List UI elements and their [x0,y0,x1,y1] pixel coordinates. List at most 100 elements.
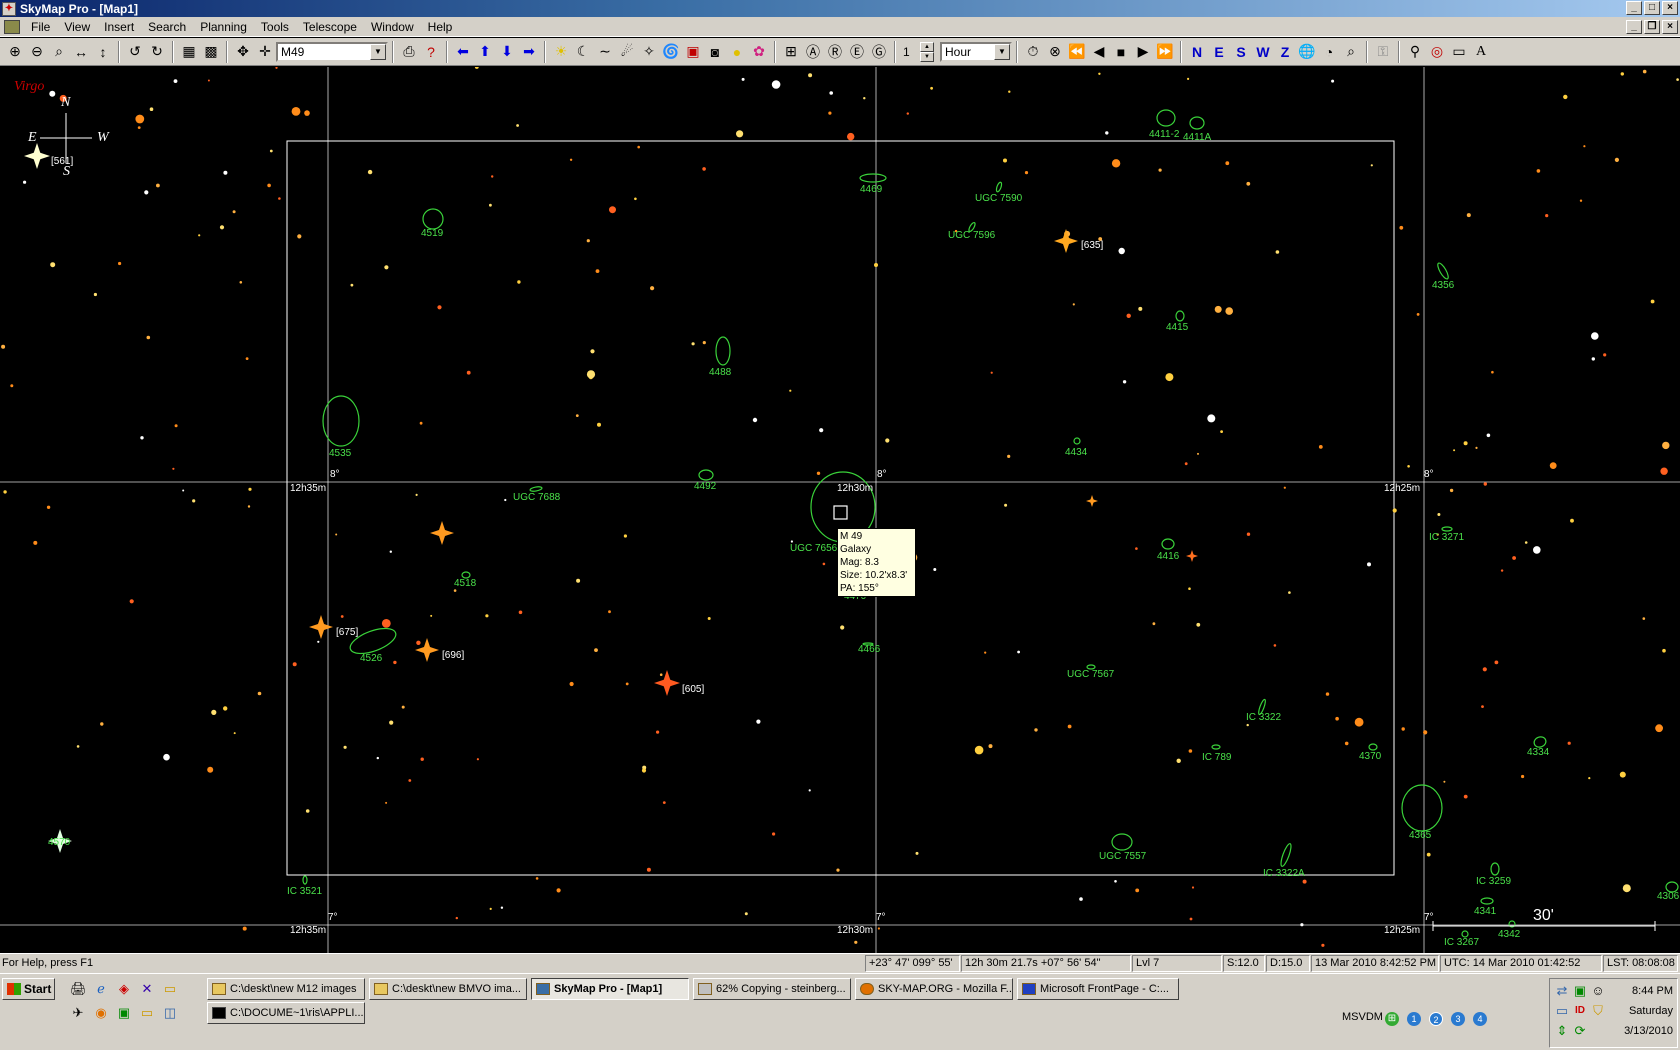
view-west-button[interactable]: W [1252,41,1274,63]
menu-search[interactable]: Search [141,20,193,34]
step-spinner[interactable]: ▲ ▼ [920,41,934,62]
tray-network-icon[interactable]: ⇄ [1554,983,1570,999]
step-back-icon[interactable]: ◀ [1088,41,1110,63]
tray-shield-icon[interactable]: ⛉ [1590,1003,1606,1019]
galaxy-icon[interactable]: 🌀 [660,41,682,63]
time-dial-icon[interactable]: ◔ [1318,41,1340,63]
key-icon[interactable]: ⚿ [1372,41,1394,63]
close-button[interactable]: × [1662,1,1678,15]
rewind-fast-icon[interactable]: ⏪ [1066,41,1088,63]
tray-app-icon[interactable]: ▣ [1572,983,1588,999]
scope-icon[interactable]: ⚲ [1404,41,1426,63]
object-label[interactable]: 4342 [1498,929,1520,940]
milky-way-icon[interactable]: ∼ [594,41,616,63]
link-icon[interactable]: ⊗ [1044,41,1066,63]
rectangle-icon[interactable]: ▭ [1448,41,1470,63]
object-label[interactable]: IC 3521 [287,886,322,897]
object-label[interactable]: UGC 7688 [513,492,560,503]
clock-time[interactable]: 8:44 PM [1632,985,1673,997]
table-icon[interactable]: ⊞ [780,41,802,63]
object-label[interactable]: 4370 [1359,751,1381,762]
quicklaunch-window-icon[interactable]: ◫ [162,1005,178,1021]
find-icon[interactable]: ⌕ [1340,41,1362,63]
doc-close-button[interactable]: × [1662,20,1678,34]
quicklaunch-printer-icon[interactable]: 🖨 [70,981,87,997]
task-button[interactable]: Microsoft FrontPage - C:... [1017,978,1179,1000]
view-south-button[interactable]: S [1230,41,1252,63]
text-tool-icon[interactable]: A [1470,41,1492,63]
step-forward-icon[interactable]: ▶ [1132,41,1154,63]
object-label[interactable]: IC 3271 [1429,532,1464,543]
object-label[interactable]: UGC 7557 [1099,851,1146,862]
catalog-a-icon[interactable]: Ⓐ [802,41,824,63]
desktop-4-button[interactable]: 4 [1473,1012,1487,1026]
camera-icon[interactable]: ◙ [704,41,726,63]
catalog-r-icon[interactable]: Ⓡ [824,41,846,63]
quicklaunch-folder2-icon[interactable]: ▭ [139,1005,155,1021]
task-button[interactable]: C:\deskt\new M12 images [207,978,365,1000]
arrow-down-icon[interactable]: ⬇ [496,41,518,63]
target-icon[interactable]: ◎ [1426,41,1448,63]
desktop-1-button[interactable]: 1 [1407,1012,1421,1026]
menu-file[interactable]: File [24,20,57,34]
object-label[interactable]: 4411-2 [1149,129,1179,140]
object-label[interactable]: UGC 7596 [948,230,995,241]
object-label[interactable]: 4415 [1166,322,1188,333]
bulb-icon[interactable]: ● [726,41,748,63]
arrow-left-icon[interactable]: ⬅ [452,41,474,63]
object-label[interactable]: 4469 [860,184,882,195]
maximize-button[interactable]: □ [1644,1,1660,15]
comet-icon[interactable]: ☄ [616,41,638,63]
quicklaunch-ie-icon[interactable]: ℯ [93,981,109,997]
object-label[interactable]: IC 3322 [1246,712,1281,723]
context-help-icon[interactable]: ? [420,41,442,63]
object-label[interactable]: UGC 7567 [1067,669,1114,680]
object-label[interactable]: IC 3267 [1444,937,1479,948]
document-icon[interactable] [4,19,20,34]
minimize-button[interactable]: _ [1626,1,1642,15]
object-label[interactable]: 4535 [329,448,351,459]
center-object-icon[interactable]: ✛ [254,41,276,63]
desktop-grid-icon[interactable]: ⊞ [1385,1012,1399,1026]
sky-map[interactable]: Virgo N E W S 12h35m 12h30m 12h25m 12h35… [0,67,1680,953]
view-north-button[interactable]: N [1186,41,1208,63]
quicklaunch-x-icon[interactable]: ✕ [139,981,155,997]
tray-user-icon[interactable]: ☺ [1590,983,1606,999]
sky-chart[interactable] [0,67,1680,953]
view-zenith-button[interactable]: Z [1274,41,1296,63]
menu-insert[interactable]: Insert [97,20,141,34]
tray-updown-icon[interactable]: ⇕ [1554,1023,1570,1039]
rotate-left-icon[interactable]: ↺ [124,41,146,63]
object-label[interactable]: 4365 [1409,830,1431,841]
view-east-button[interactable]: E [1208,41,1230,63]
object-label[interactable]: 4434 [1065,447,1087,458]
doc-restore-button[interactable]: ❐ [1644,20,1660,34]
center-icon[interactable]: ✥ [232,41,254,63]
telescope-field-icon[interactable]: ▣ [682,41,704,63]
arrow-up-icon[interactable]: ⬆ [474,41,496,63]
chevron-down-icon[interactable]: ▼ [994,43,1010,60]
object-label[interactable]: 4518 [454,578,476,589]
zoom-out-icon[interactable]: ⊖ [26,41,48,63]
tray-id-icon[interactable]: ID [1572,1003,1588,1019]
object-label[interactable]: 4492 [694,481,716,492]
object-label[interactable]: 4519 [421,228,443,239]
menu-view[interactable]: View [57,20,97,34]
menu-tools[interactable]: Tools [254,20,296,34]
quicklaunch-media-icon[interactable]: ▣ [116,1005,132,1021]
grid-icon[interactable]: ▦ [178,41,200,63]
object-label[interactable]: 4466 [858,644,880,655]
object-label[interactable]: IC 789 [1202,752,1231,763]
color-icon[interactable]: ✿ [748,41,770,63]
object-search-combo[interactable]: M49 ▼ [276,41,388,62]
quicklaunch-firefox-icon[interactable]: ◉ [93,1005,109,1021]
quicklaunch-satellite-icon[interactable]: ✈ [70,1005,86,1021]
start-button[interactable]: Start [2,978,55,1000]
desktop-2-button[interactable]: 2 [1429,1012,1443,1026]
task-button[interactable]: 62% Copying - steinberg... [693,978,851,1000]
object-label[interactable]: 4411A [1183,132,1211,143]
menu-telescope[interactable]: Telescope [296,20,364,34]
menu-planning[interactable]: Planning [193,20,254,34]
skymap-app-icon[interactable]: ✦ [2,1,16,16]
menu-window[interactable]: Window [364,20,421,34]
